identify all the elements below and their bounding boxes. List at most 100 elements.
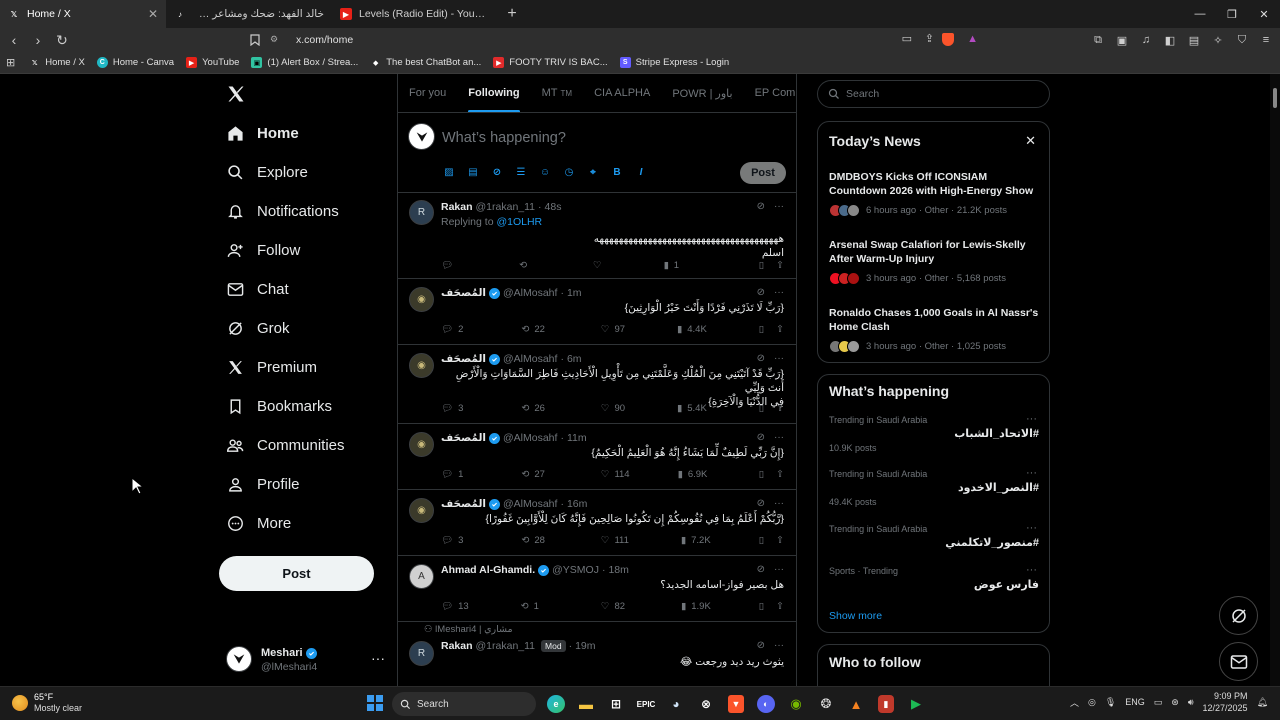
apps-grid-icon[interactable]: ⊞ [6,56,15,69]
network-icon[interactable]: ⊛ [1171,697,1179,708]
page-scrollbar[interactable] [1270,74,1280,686]
tab-youtube[interactable]: ▶ Levels (Radio Edit) - YouTube [332,0,498,28]
xbox-icon[interactable]: ⊗ [694,692,718,716]
tweet[interactable]: ◉ المُصحَف @AlMosahf · 6m ⊘ ··· {رَبِّ قَدْ … [398,345,796,424]
tweet-time[interactable]: 19m [575,640,595,652]
red-app-icon[interactable]: ▮ [878,695,894,713]
like-button[interactable]: ♡ 114 [601,469,630,480]
grok-icon[interactable]: ⊘ [757,353,765,364]
share-icon[interactable]: ⇪ [925,32,934,45]
like-button[interactable]: ♡ 97 [601,324,625,335]
location-icon[interactable]: ⌖ [586,165,600,179]
display-icon[interactable]: ▭ [1154,697,1163,708]
taskbar-search[interactable]: Search [392,692,536,716]
back-icon[interactable]: ‹ [4,30,24,50]
grok-icon[interactable]: ⊘ [757,564,765,575]
search-input[interactable]: Search [817,80,1050,108]
epic-games-icon[interactable]: EPIC [634,692,658,716]
new-tab-button[interactable]: + [498,5,526,23]
bookmark-button[interactable]: ▯ [759,403,764,414]
tweet[interactable]: A Ahmad Al-Ghamdi. @YSMOJ · 18m ⊘ ··· هل بصي… [398,556,796,622]
like-button[interactable]: ♡ 111 [601,535,629,546]
chevron-up-icon[interactable]: ︿ [1070,696,1079,709]
grok-icon[interactable]: ⊘ [757,498,765,509]
reply-button[interactable]: 💬︎ 13 [441,601,469,612]
grok-icon[interactable]: ⊘ [757,201,765,212]
reply-button[interactable]: 💬︎ [441,260,453,271]
views-button[interactable]: ▮ 4.4K [677,324,707,335]
more-horizontal-icon[interactable]: ··· [1026,467,1037,479]
compose-post-button[interactable]: Post [740,162,786,184]
tab-for-you[interactable]: For you [398,74,457,112]
sidebar-item-follow[interactable]: Follow [226,241,300,259]
sidebar-item-home[interactable]: Home [226,124,299,142]
social-context-text[interactable]: lMeshari4 | مشاري [435,624,512,635]
tweet-time[interactable]: 18m [608,564,628,576]
more-horizontal-icon[interactable]: ··· [1026,564,1037,576]
trend-item[interactable]: Trending in Saudi Arabia ··· #النصر_الاخ… [829,467,1039,521]
steam-icon[interactable]: ◕ [664,692,688,716]
like-button[interactable]: ♡ [593,260,602,271]
share-button[interactable]: ⇪ [776,324,784,335]
repost-button[interactable]: ⟲ 27 [521,469,545,480]
sidebar-item-grok[interactable]: Grok [226,319,290,337]
views-button[interactable]: ▮ 5.4K [677,403,707,414]
tweet[interactable]: ⚇ lMeshari4 | مشاري R Rakan @1rakan_11 Mod… [398,622,796,682]
edge-icon[interactable]: e [547,695,565,713]
grok-fab-button[interactable] [1219,596,1258,635]
cast-icon[interactable]: ▭ [902,32,912,45]
clock[interactable]: 9:09 PM 12/27/2025 [1203,690,1248,714]
messages-fab-button[interactable] [1219,642,1258,681]
sidebar-icon[interactable]: ◧ [1160,30,1180,50]
more-horizontal-icon[interactable]: ··· [774,564,784,575]
tweet[interactable]: ◉ المُصحَف @AlMosahf · 1m ⊘ ··· {رَبِّ لَا ت… [398,279,796,345]
sidebar-item-profile[interactable]: Profile [226,475,300,493]
tab-ep-community[interactable]: EP Communit [744,74,796,112]
share-button[interactable]: ⇪ [776,601,784,612]
tab-tiktok[interactable]: ♪ خالد الفهد: ضحك ومشاعر جميلة | TikTok [166,0,332,28]
tweet-author[interactable]: المُصحَف [441,498,486,510]
news-item[interactable]: Arsenal Swap Calafiori for Lewis-Skelly … [829,238,1039,285]
tab-powr[interactable]: POWR | باور [661,74,743,112]
italic-icon[interactable]: I [634,165,648,179]
bookmark-button[interactable]: ▯ [759,469,764,480]
tweet-time[interactable]: 11m [567,432,587,444]
bold-icon[interactable]: B [610,165,624,179]
tweet-time[interactable]: 16m [567,498,587,510]
more-horizontal-icon[interactable]: ··· [1026,522,1037,534]
reply-button[interactable]: 💬︎ 2 [441,324,463,335]
tab-following[interactable]: Following [457,74,530,112]
more-horizontal-icon[interactable]: ··· [371,650,385,666]
sidebar-item-premium[interactable]: Premium [226,358,317,376]
account-switcher[interactable]: Meshari @lMeshari4 ··· [226,644,386,680]
repost-button[interactable]: ⟲ 28 [521,535,545,546]
emoji-icon[interactable]: ☺ [538,165,552,179]
bookmark-home-x[interactable]: 𝕏 Home / X [29,57,85,68]
tweet-author[interactable]: المُصحَف [441,287,486,299]
grok-icon[interactable]: ⊘ [757,432,765,443]
tweet-time[interactable]: 1m [567,287,582,299]
extensions-icon[interactable]: ⧉ [1088,30,1108,50]
window-close-icon[interactable]: ✕ [1248,0,1280,28]
grok-icon[interactable]: ⊘ [757,640,765,651]
vlc-icon[interactable]: ▲ [844,692,868,716]
bookmark-button[interactable]: ▯ [759,260,764,271]
restore-icon[interactable]: ❐ [1216,0,1248,28]
sidebar-item-more[interactable]: More [226,514,291,532]
tab-home-x[interactable]: 𝕏 Home / X ✕ [0,0,166,28]
microphone-icon[interactable]: 🎙︎ [1105,697,1116,708]
minimize-icon[interactable]: — [1184,0,1216,28]
media-player-icon[interactable]: ▶ [904,692,928,716]
compose-input[interactable]: What’s happening? [442,130,566,146]
more-horizontal-icon[interactable]: ··· [774,432,784,443]
tweet-author[interactable]: Rakan [441,201,473,213]
reply-button[interactable]: 💬︎ 3 [441,403,463,414]
menu-icon[interactable]: ≡ [1256,30,1276,50]
like-button[interactable]: ♡ 82 [601,601,625,612]
bookmark-button[interactable]: ▯ [759,535,764,546]
repost-button[interactable]: ⟲ [519,260,527,271]
close-icon[interactable]: ✕ [148,7,158,21]
image-icon[interactable]: ▨ [442,165,456,179]
file-explorer-icon[interactable]: ▬ [574,692,598,716]
brave-icon[interactable]: ▼ [728,695,744,713]
